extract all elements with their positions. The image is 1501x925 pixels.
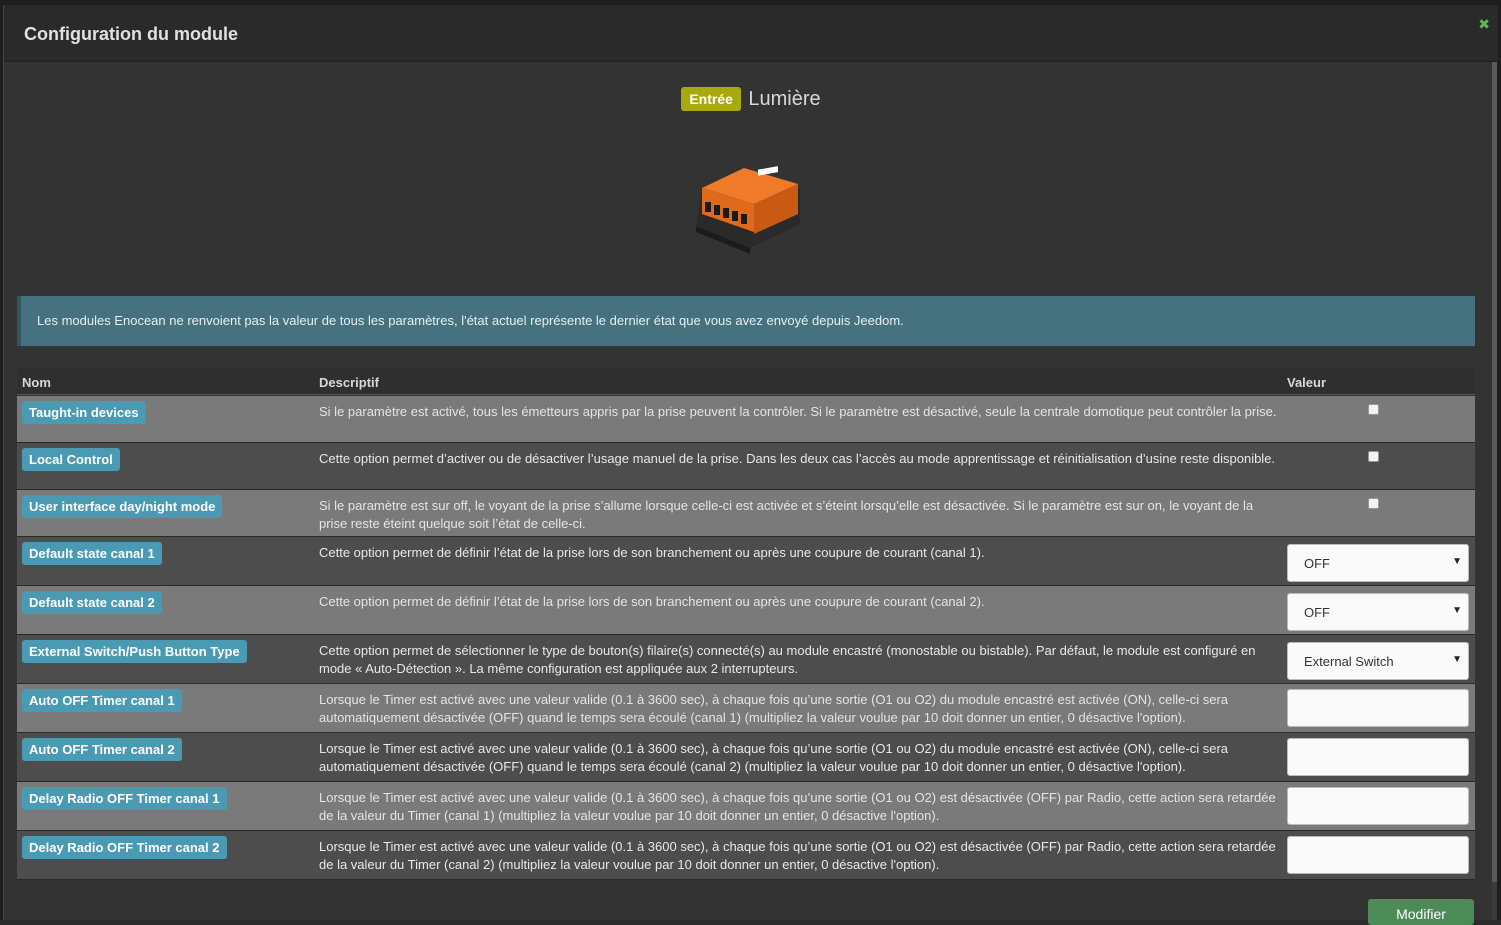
table-header: Nom Descriptif Valeur xyxy=(17,369,1475,395)
modal-title: Configuration du module xyxy=(24,24,238,44)
param-input[interactable] xyxy=(1287,738,1469,776)
param-input[interactable] xyxy=(1287,787,1469,825)
param-name-badge: Delay Radio OFF Timer canal 2 xyxy=(22,836,227,859)
param-description: Cette option permet d’activer ou de désa… xyxy=(319,451,1276,466)
param-name-badge: User interface day/night mode xyxy=(22,495,223,518)
config-modal: Configuration du module ✖ Entrée Lumière… xyxy=(3,5,1498,925)
param-name-badge: Auto OFF Timer canal 2 xyxy=(22,738,182,761)
header-valeur: Valeur xyxy=(1287,375,1327,390)
param-input[interactable] xyxy=(1287,836,1469,874)
param-description: Si le paramètre est sur off, le voyant d… xyxy=(319,498,1254,531)
param-input[interactable] xyxy=(1287,689,1469,727)
table-row: User interface day/night mode Si le param… xyxy=(17,490,1475,537)
select-value: OFF xyxy=(1304,605,1330,620)
select-value: OFF xyxy=(1304,556,1330,571)
param-name-badge: Taught-in devices xyxy=(22,401,146,424)
param-name-badge: Default state canal 1 xyxy=(22,542,162,565)
table-row: External Switch/Push Button Type Cette op… xyxy=(17,635,1475,684)
table-row: Auto OFF Timer canal 2 Lorsque le Timer e… xyxy=(17,733,1475,782)
param-description: Cette option permet de sélectionner le t… xyxy=(319,643,1256,676)
close-icon[interactable]: ✖ xyxy=(1478,16,1490,33)
param-select[interactable]: External Switch ▼ xyxy=(1287,642,1469,680)
param-description: Lorsque le Timer est activé avec une val… xyxy=(319,790,1276,823)
chevron-down-icon: ▼ xyxy=(1452,654,1462,665)
header-descriptif: Descriptif xyxy=(319,375,379,390)
param-description: Lorsque le Timer est activé avec une val… xyxy=(319,741,1229,774)
table-row: Local Control Cette option permet d’activ… xyxy=(17,443,1475,490)
param-description: Si le paramètre est activé, tous les éme… xyxy=(319,404,1277,419)
param-select[interactable]: OFF ▼ xyxy=(1287,544,1469,582)
param-checkbox[interactable] xyxy=(1368,451,1379,462)
table-row: Default state canal 1 Cette option permet… xyxy=(17,537,1475,586)
scroll-thumb[interactable] xyxy=(1492,62,1497,882)
entree-badge: Entrée xyxy=(681,87,741,111)
param-name-badge: Local Control xyxy=(22,448,120,471)
scrollbar[interactable] xyxy=(1492,62,1497,920)
table-row: Default state canal 2 Cette option permet… xyxy=(17,586,1475,635)
table-row: Taught-in devices Si le paramètre est act… xyxy=(17,396,1475,443)
modal-header: Configuration du module ✖ xyxy=(4,5,1498,62)
enocean-module-image xyxy=(696,166,800,254)
save-button[interactable]: Modifier xyxy=(1368,899,1474,925)
chevron-down-icon: ▼ xyxy=(1452,556,1462,567)
param-description: Lorsque le Timer est activé avec une val… xyxy=(319,839,1276,872)
table-row: Delay Radio OFF Timer canal 1 Lorsque le … xyxy=(17,782,1475,831)
table-row: Auto OFF Timer canal 1 Lorsque le Timer e… xyxy=(17,684,1475,733)
param-description: Lorsque le Timer est activé avec une val… xyxy=(319,692,1229,725)
param-checkbox[interactable] xyxy=(1368,404,1379,415)
param-name-badge: Auto OFF Timer canal 1 xyxy=(22,689,182,712)
info-alert: Les modules Enocean ne renvoient pas la … xyxy=(17,296,1475,346)
equipment-heading: Entrée Lumière xyxy=(4,87,1498,111)
chevron-down-icon: ▼ xyxy=(1452,605,1462,616)
param-name-badge: External Switch/Push Button Type xyxy=(22,640,247,663)
param-name-badge: Delay Radio OFF Timer canal 1 xyxy=(22,787,227,810)
param-description: Cette option permet de définir l’état de… xyxy=(319,545,985,560)
param-select[interactable]: OFF ▼ xyxy=(1287,593,1469,631)
table-row: Delay Radio OFF Timer canal 2 Lorsque le … xyxy=(17,831,1475,880)
param-name-badge: Default state canal 2 xyxy=(22,591,162,614)
param-description: Cette option permet de définir l’état de… xyxy=(319,594,985,609)
equipment-name: Lumière xyxy=(748,87,821,110)
param-checkbox[interactable] xyxy=(1368,498,1379,509)
select-value: External Switch xyxy=(1304,654,1394,669)
header-nom: Nom xyxy=(22,375,51,390)
